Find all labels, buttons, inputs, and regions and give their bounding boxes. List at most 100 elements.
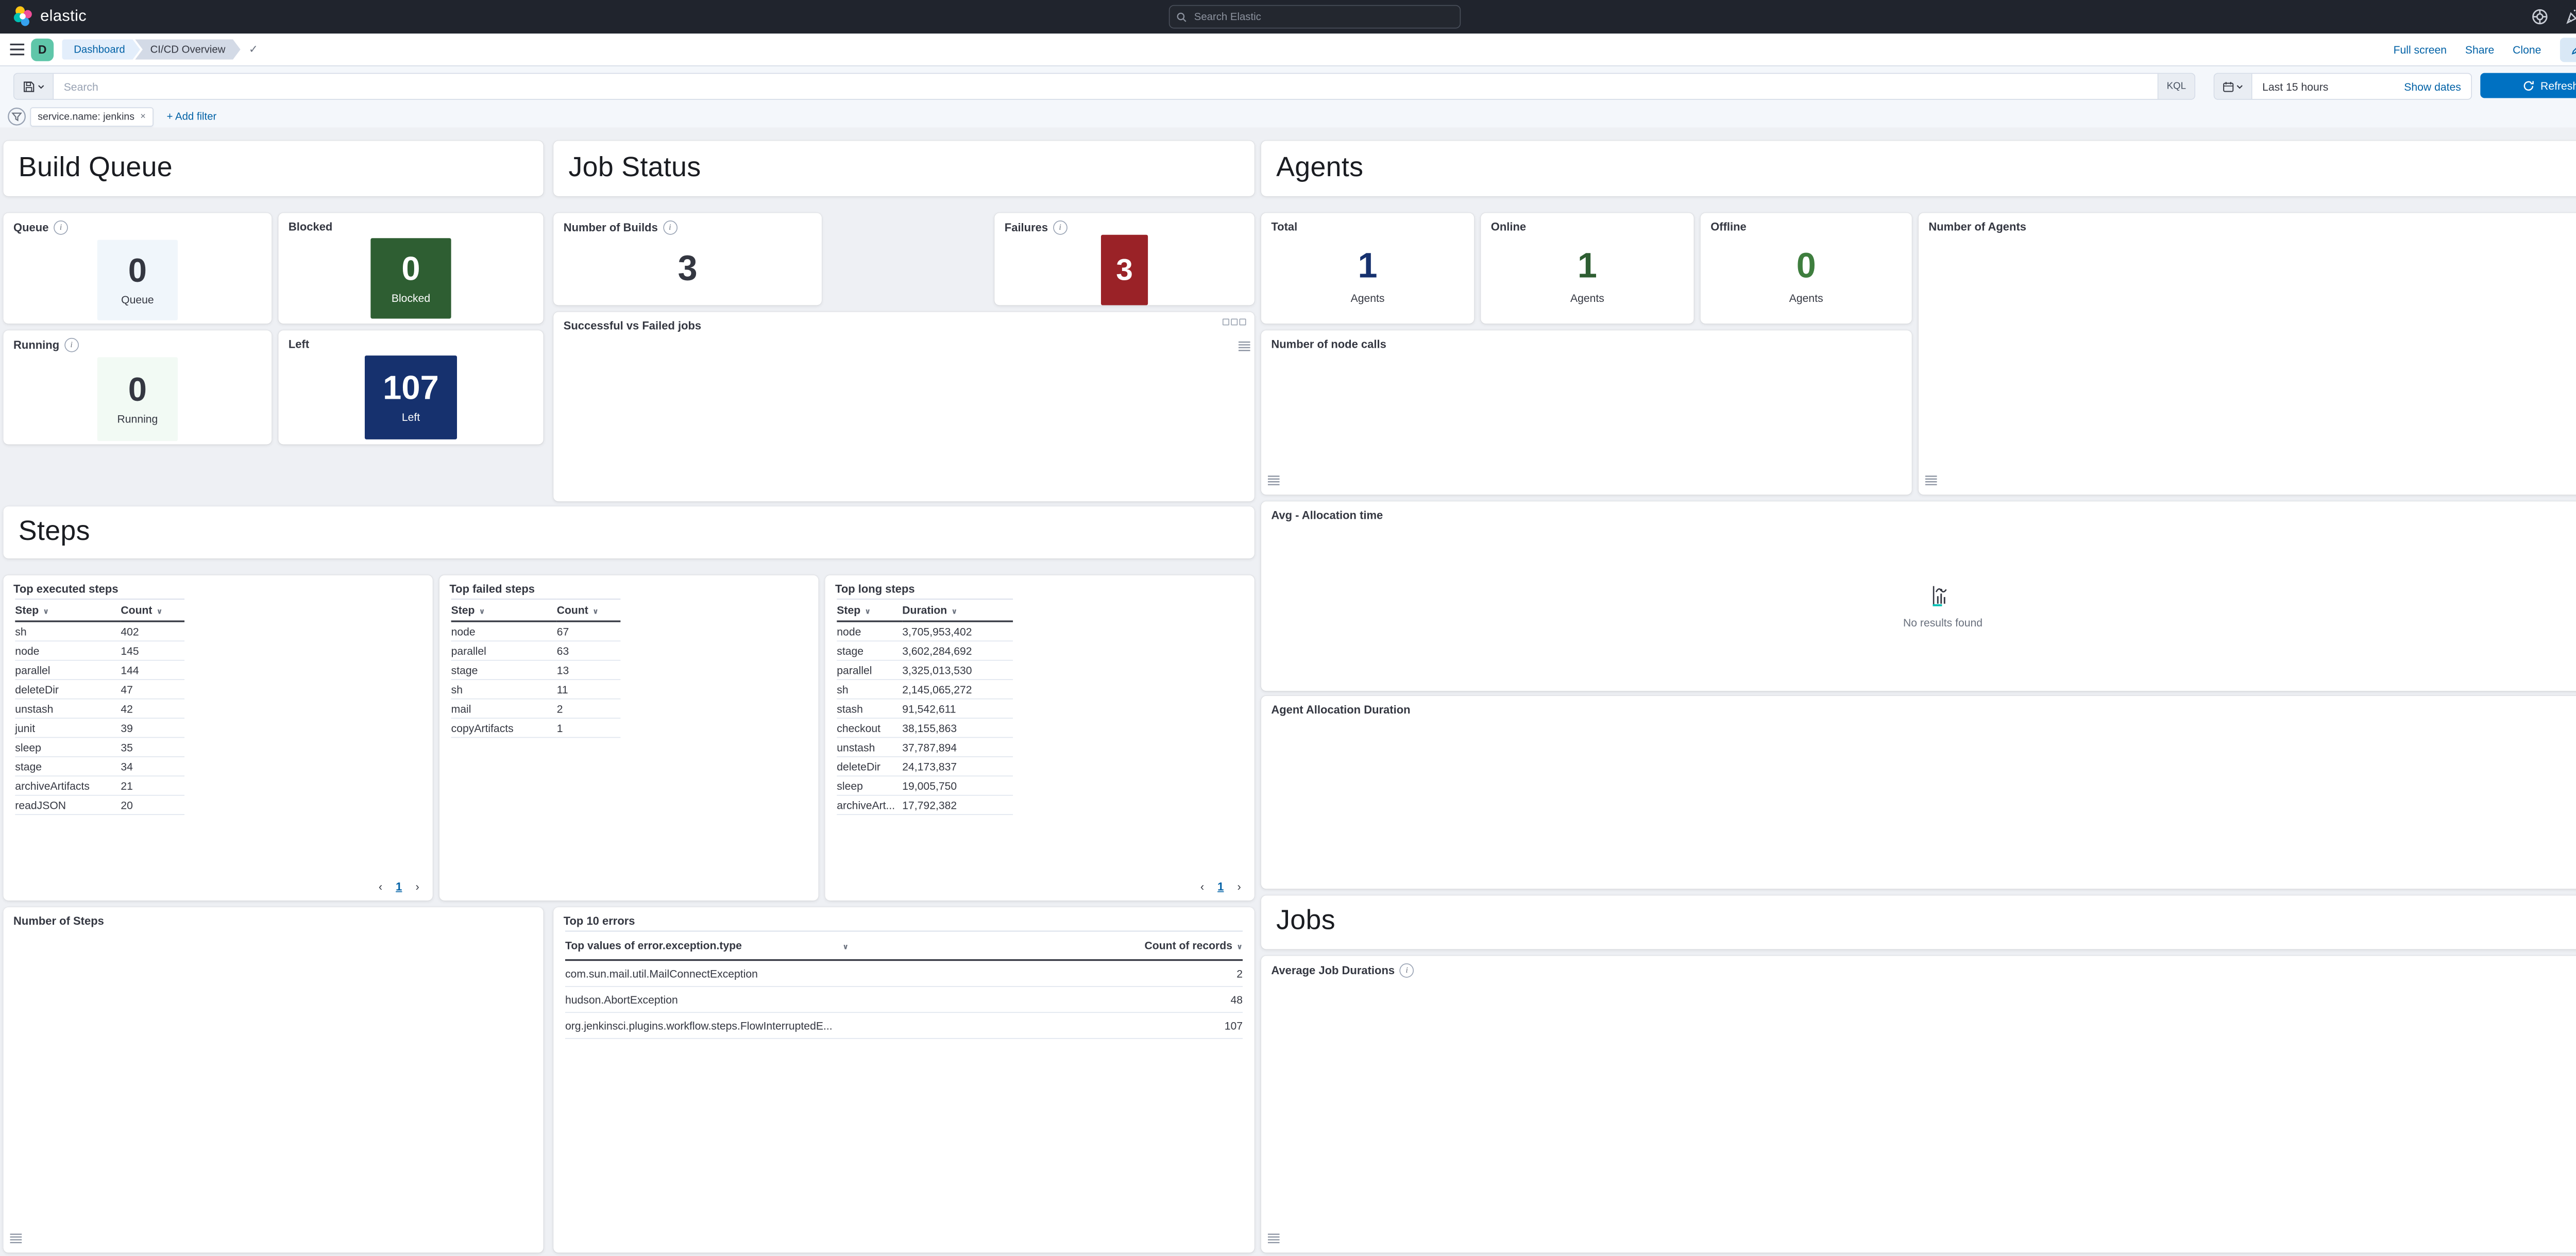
- table-cell: stage: [15, 757, 121, 776]
- info-icon[interactable]: i: [663, 220, 677, 235]
- top-failed-steps-panel: Top failed steps Step∨ Count∨ node67para…: [439, 575, 819, 900]
- panel-title: Top long steps: [835, 583, 915, 595]
- panel-title: Top failed steps: [449, 583, 535, 595]
- section-title: Job Status: [553, 141, 1255, 182]
- legend-toggle-icon[interactable]: [1925, 474, 1937, 489]
- column-header[interactable]: Step∨: [15, 599, 121, 621]
- refresh-button[interactable]: Refresh: [2480, 73, 2576, 98]
- global-search[interactable]: [1169, 5, 1461, 29]
- column-header[interactable]: Duration∨: [902, 599, 1013, 621]
- legend-toggle-icon[interactable]: [1268, 474, 1280, 489]
- section-job-status: Job Status: [553, 141, 1255, 196]
- prev-page-icon[interactable]: ‹: [1200, 880, 1204, 893]
- node-calls-chart[interactable]: [1264, 352, 1888, 488]
- panel-title: Online: [1491, 220, 1526, 233]
- saved-query-menu[interactable]: [14, 74, 54, 99]
- chevron-down-icon: [2236, 84, 2243, 89]
- time-range-value[interactable]: Last 15 hours: [2252, 80, 2404, 92]
- column-header[interactable]: Count of records∨: [1069, 931, 1243, 960]
- table-cell: copyArtifacts: [451, 718, 557, 737]
- global-search-input[interactable]: [1193, 10, 1453, 24]
- filter-bar: service.name: jenkins × + Add filter: [0, 106, 2576, 127]
- pagination: ‹ 1 ›: [379, 880, 419, 893]
- show-dates-button[interactable]: Show dates: [2404, 80, 2471, 92]
- table-cell: sleep: [15, 737, 121, 756]
- breadcrumb-dashboard[interactable]: Dashboard: [62, 39, 140, 59]
- date-picker[interactable]: Last 15 hours Show dates: [2214, 73, 2472, 100]
- legend-toggle-icon[interactable]: [10, 1232, 22, 1247]
- metric-label: Blocked: [392, 292, 430, 304]
- queue-metric-panel: Queuei 0 Queue: [4, 213, 272, 324]
- successful-vs-failed-chart[interactable]: [558, 334, 1229, 468]
- column-header[interactable]: Count∨: [121, 599, 184, 621]
- table-cell: 34: [121, 757, 184, 776]
- panel-title: Successful vs Failed jobs: [564, 319, 701, 332]
- help-icon[interactable]: [2531, 8, 2549, 26]
- refresh-icon: [2523, 80, 2534, 91]
- column-header[interactable]: Top values of error.exception.type∨: [565, 931, 1069, 960]
- table-row: deleteDir47: [15, 680, 184, 699]
- panel-title: Agent Allocation Duration: [1271, 704, 1410, 716]
- remove-filter-icon[interactable]: ×: [140, 111, 145, 122]
- panel-title: Top executed steps: [13, 583, 118, 595]
- next-page-icon[interactable]: ›: [415, 880, 419, 893]
- table-cell: parallel: [837, 660, 902, 680]
- offline-metric-panel: Offline 0 Agents: [1701, 213, 1912, 324]
- prev-page-icon[interactable]: ‹: [379, 880, 382, 893]
- legend-list-icon[interactable]: [1239, 341, 1250, 355]
- info-icon[interactable]: i: [1053, 220, 1067, 235]
- metric-value: 1: [1578, 248, 1597, 283]
- column-header[interactable]: Step∨: [837, 599, 902, 621]
- dashboard-app-icon[interactable]: D: [31, 38, 54, 61]
- table-cell: hudson.AbortException: [565, 987, 1069, 1012]
- full-screen-button[interactable]: Full screen: [2394, 43, 2447, 56]
- share-button[interactable]: Share: [2465, 43, 2494, 56]
- info-icon[interactable]: i: [64, 338, 79, 352]
- metric-label: Left: [402, 411, 420, 423]
- table-cell: 2: [557, 699, 621, 718]
- table-row: parallel144: [15, 660, 184, 680]
- column-header[interactable]: Step∨: [451, 599, 557, 621]
- table-cell: com.sun.mail.util.MailConnectException: [565, 960, 1069, 987]
- table-cell: 3,602,284,692: [902, 641, 1013, 660]
- column-header[interactable]: Count∨: [557, 599, 621, 621]
- metric-value: 0: [401, 252, 420, 286]
- info-icon[interactable]: i: [54, 220, 68, 235]
- save-icon: [23, 81, 34, 92]
- table-row: stage13: [451, 660, 621, 680]
- info-icon[interactable]: i: [1400, 963, 1414, 978]
- dashboard-grid: Build Queue Job Status Agents Queuei 0 Q…: [0, 127, 2576, 1256]
- elastic-logo[interactable]: elastic: [12, 6, 87, 27]
- table-cell: 42: [121, 699, 184, 718]
- edit-button[interactable]: Edit: [2560, 37, 2576, 61]
- filter-pill[interactable]: service.name: jenkins ×: [30, 107, 154, 126]
- panel-options-icon[interactable]: [1223, 318, 1246, 325]
- table-row: checkout38,155,863: [837, 718, 1013, 737]
- agent-allocation-chart[interactable]: [1266, 716, 2574, 882]
- next-page-icon[interactable]: ›: [1237, 880, 1241, 893]
- number-of-steps-chart[interactable]: [7, 929, 517, 1243]
- menu-icon[interactable]: [10, 44, 25, 56]
- metric-tile: 0 Blocked: [370, 238, 451, 318]
- table-cell: 1: [557, 718, 621, 737]
- sort-icon: ∨: [865, 607, 871, 615]
- news-icon[interactable]: [2564, 8, 2576, 26]
- search-input[interactable]: [54, 80, 2157, 92]
- panel-title: Avg - Allocation time: [1271, 509, 1383, 521]
- page-number[interactable]: 1: [1217, 880, 1224, 893]
- add-filter-button[interactable]: + Add filter: [167, 111, 217, 123]
- calendar-menu[interactable]: [2214, 74, 2252, 99]
- filter-menu-icon[interactable]: [7, 107, 27, 127]
- kql-button[interactable]: KQL: [2158, 74, 2195, 99]
- number-of-agents-chart[interactable]: [1924, 236, 2576, 486]
- page-number[interactable]: 1: [396, 880, 402, 893]
- table-cell: deleteDir: [837, 757, 902, 776]
- average-job-durations-chart[interactable]: [1269, 979, 2567, 1244]
- pencil-icon: [2571, 44, 2576, 55]
- clone-button[interactable]: Clone: [2513, 43, 2541, 56]
- table-cell: 2,145,065,272: [902, 680, 1013, 699]
- metric-tile: 3: [1101, 235, 1148, 305]
- failures-metric-panel: Failuresi 3: [994, 213, 1255, 305]
- table-row: com.sun.mail.util.MailConnectException2: [565, 960, 1243, 987]
- legend-toggle-icon[interactable]: [1268, 1232, 1280, 1247]
